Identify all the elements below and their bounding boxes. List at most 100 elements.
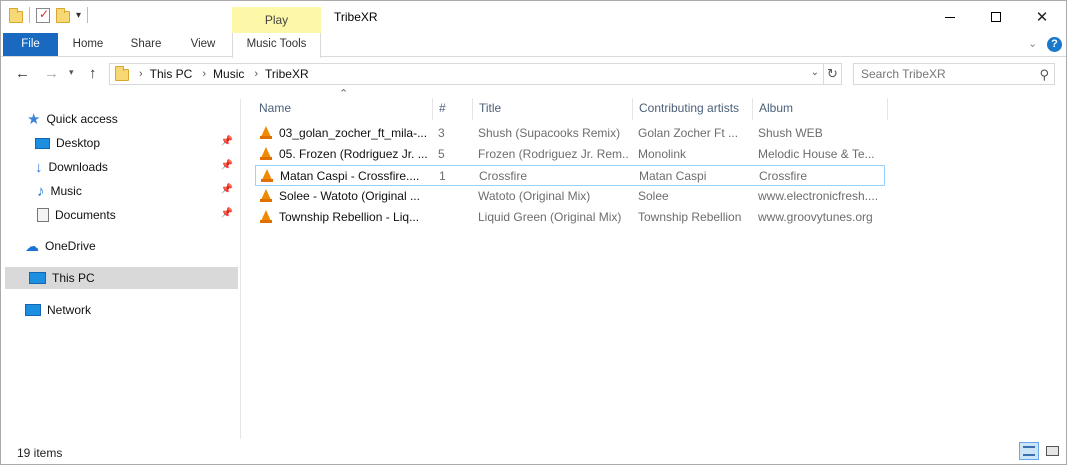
file-list: ⌃ Name # Title Contributing artists Albu… <box>242 88 1067 440</box>
sidebar-item-quick-access[interactable]: ★ Quick access <box>1 108 239 130</box>
cell-name: Matan Caspi - Crossfire.... <box>280 169 420 183</box>
play-contextual-tab[interactable]: Play <box>232 7 321 33</box>
vlc-file-icon <box>260 189 272 202</box>
column-header-artists[interactable]: Contributing artists <box>633 98 753 120</box>
details-view-icon <box>1023 446 1035 456</box>
sidebar-item-label: Quick access <box>46 112 118 126</box>
large-icons-view-button[interactable] <box>1042 442 1062 460</box>
details-view-button[interactable] <box>1019 442 1039 460</box>
navigation-bar: ← → ▾ ↑ › This PC › Music › TribeXR ⌄ ↻ … <box>1 58 1066 90</box>
ribbon-tabs: File Home Share View Music Tools ⌄ ? <box>1 33 1066 58</box>
pin-icon[interactable]: 📌 <box>221 208 233 219</box>
computer-icon <box>29 272 46 284</box>
breadcrumb-this-pc[interactable]: This PC <box>150 67 193 81</box>
table-row-selected[interactable]: Matan Caspi - Crossfire.... 1 Crossfire … <box>255 165 885 186</box>
column-header-title[interactable]: Title <box>473 98 633 120</box>
sidebar-item-onedrive[interactable]: ☁ OneDrive <box>1 235 239 257</box>
recent-locations-icon[interactable]: ▾ <box>69 67 74 78</box>
download-icon: ↓ <box>35 158 43 176</box>
cell-album: www.electronicfresh.... <box>758 189 879 203</box>
quick-access-toolbar: ▾ <box>9 7 89 23</box>
cell-number: 5 <box>438 147 445 161</box>
cell-title: Frozen (Rodriguez Jr. Rem... <box>478 147 628 161</box>
cell-title: Liquid Green (Original Mix) <box>478 210 622 224</box>
cell-artist: Solee <box>638 189 669 203</box>
forward-arrow-icon[interactable]: → <box>44 65 59 82</box>
pin-icon[interactable]: 📌 <box>221 160 233 171</box>
new-folder-icon[interactable] <box>56 7 70 23</box>
tab-music-tools[interactable]: Music Tools <box>232 33 321 58</box>
star-icon: ★ <box>27 111 41 128</box>
search-input[interactable]: Search TribeXR ⚲ <box>853 63 1055 85</box>
cell-artist: Township Rebellion <box>638 210 742 224</box>
properties-icon[interactable] <box>36 7 50 23</box>
tab-share[interactable]: Share <box>119 33 173 56</box>
cell-title: Shush (Supacooks Remix) <box>478 126 621 140</box>
window-title: TribeXR <box>334 10 378 24</box>
sidebar-item-music[interactable]: ♪ Music 📌 <box>1 180 239 202</box>
toolbar-divider <box>29 7 30 23</box>
sidebar-item-label: Network <box>47 303 92 317</box>
address-bar[interactable]: › This PC › Music › TribeXR ⌄ ↻ <box>109 63 842 85</box>
sidebar-item-downloads[interactable]: ↓ Downloads 📌 <box>1 156 239 178</box>
pin-icon[interactable]: 📌 <box>221 184 233 195</box>
cell-title: Crossfire <box>479 169 528 183</box>
breadcrumb-separator-icon[interactable]: › <box>139 68 143 80</box>
cell-number: 1 <box>439 169 446 183</box>
vlc-file-icon <box>260 210 272 223</box>
cell-title: Watoto (Original Mix) <box>478 189 591 203</box>
tab-view[interactable]: View <box>179 33 227 56</box>
close-icon: ✕ <box>1035 9 1049 26</box>
cloud-icon: ☁ <box>25 237 39 254</box>
customize-toolbar-icon[interactable]: ▾ <box>76 10 81 21</box>
table-row[interactable]: 05. Frozen (Rodriguez Jr. ... 5 Frozen (… <box>255 144 885 165</box>
sidebar-item-label: Downloads <box>48 160 108 174</box>
folder-icon[interactable] <box>9 7 23 23</box>
cell-artist: Matan Caspi <box>639 169 707 183</box>
explorer-window: ▾ Play TribeXR ✕ File Home Share View Mu… <box>0 0 1067 465</box>
table-row[interactable]: Township Rebellion - Liq... Liquid Green… <box>255 207 885 228</box>
minimize-button[interactable] <box>927 1 973 33</box>
vlc-file-icon <box>260 147 272 160</box>
cell-artist: Golan Zocher Ft ... <box>638 126 739 140</box>
sidebar-item-this-pc[interactable]: This PC <box>5 267 238 289</box>
back-arrow-icon[interactable]: ← <box>15 65 30 82</box>
column-header-number[interactable]: # <box>433 98 473 120</box>
sidebar-item-label: Documents <box>55 208 116 222</box>
cell-album: www.groovytunes.org <box>758 210 873 224</box>
sidebar-item-label: Music <box>50 184 82 198</box>
close-button[interactable]: ✕ <box>1019 1 1065 33</box>
document-icon <box>37 208 49 222</box>
cell-number: 3 <box>438 126 445 140</box>
up-arrow-icon[interactable]: ↑ <box>89 65 97 82</box>
breadcrumb-separator-icon[interactable]: › <box>202 68 206 80</box>
breadcrumb-music[interactable]: Music <box>213 67 244 81</box>
column-header-album[interactable]: Album <box>753 98 888 120</box>
column-header-name[interactable]: Name <box>253 98 433 120</box>
sidebar-item-desktop[interactable]: Desktop 📌 <box>1 132 239 154</box>
cell-name: Township Rebellion - Liq... <box>279 210 420 224</box>
item-count: 19 items <box>17 446 63 460</box>
sidebar-item-label: This PC <box>52 271 95 285</box>
tab-home[interactable]: Home <box>63 33 113 56</box>
cell-name: 05. Frozen (Rodriguez Jr. ... <box>279 147 428 161</box>
expand-ribbon-icon[interactable]: ⌄ <box>1028 37 1037 50</box>
pin-icon[interactable]: 📌 <box>221 136 233 147</box>
maximize-button[interactable] <box>973 1 1019 33</box>
address-dropdown-icon[interactable]: ⌄ <box>811 67 819 78</box>
cell-name: Solee - Watoto (Original ... <box>279 189 420 203</box>
navigation-pane: ★ Quick access Desktop 📌 ↓ Downloads 📌 ♪… <box>1 99 241 439</box>
breadcrumb-separator-icon[interactable]: › <box>254 68 258 80</box>
table-row[interactable]: Solee - Watoto (Original ... Watoto (Ori… <box>255 186 885 207</box>
tab-file[interactable]: File <box>3 33 58 56</box>
folder-icon <box>115 66 129 81</box>
help-icon[interactable]: ? <box>1047 37 1062 52</box>
sidebar-item-label: OneDrive <box>45 239 96 253</box>
refresh-icon[interactable]: ↻ <box>823 64 841 84</box>
table-row[interactable]: 03_golan_zocher_ft_mila-... 3 Shush (Sup… <box>255 123 885 144</box>
sidebar-item-documents[interactable]: Documents 📌 <box>1 204 239 226</box>
music-note-icon: ♪ <box>37 182 45 200</box>
breadcrumb-tribexr[interactable]: TribeXR <box>265 67 309 81</box>
maximize-icon <box>991 12 1001 22</box>
sidebar-item-network[interactable]: Network <box>1 299 239 321</box>
